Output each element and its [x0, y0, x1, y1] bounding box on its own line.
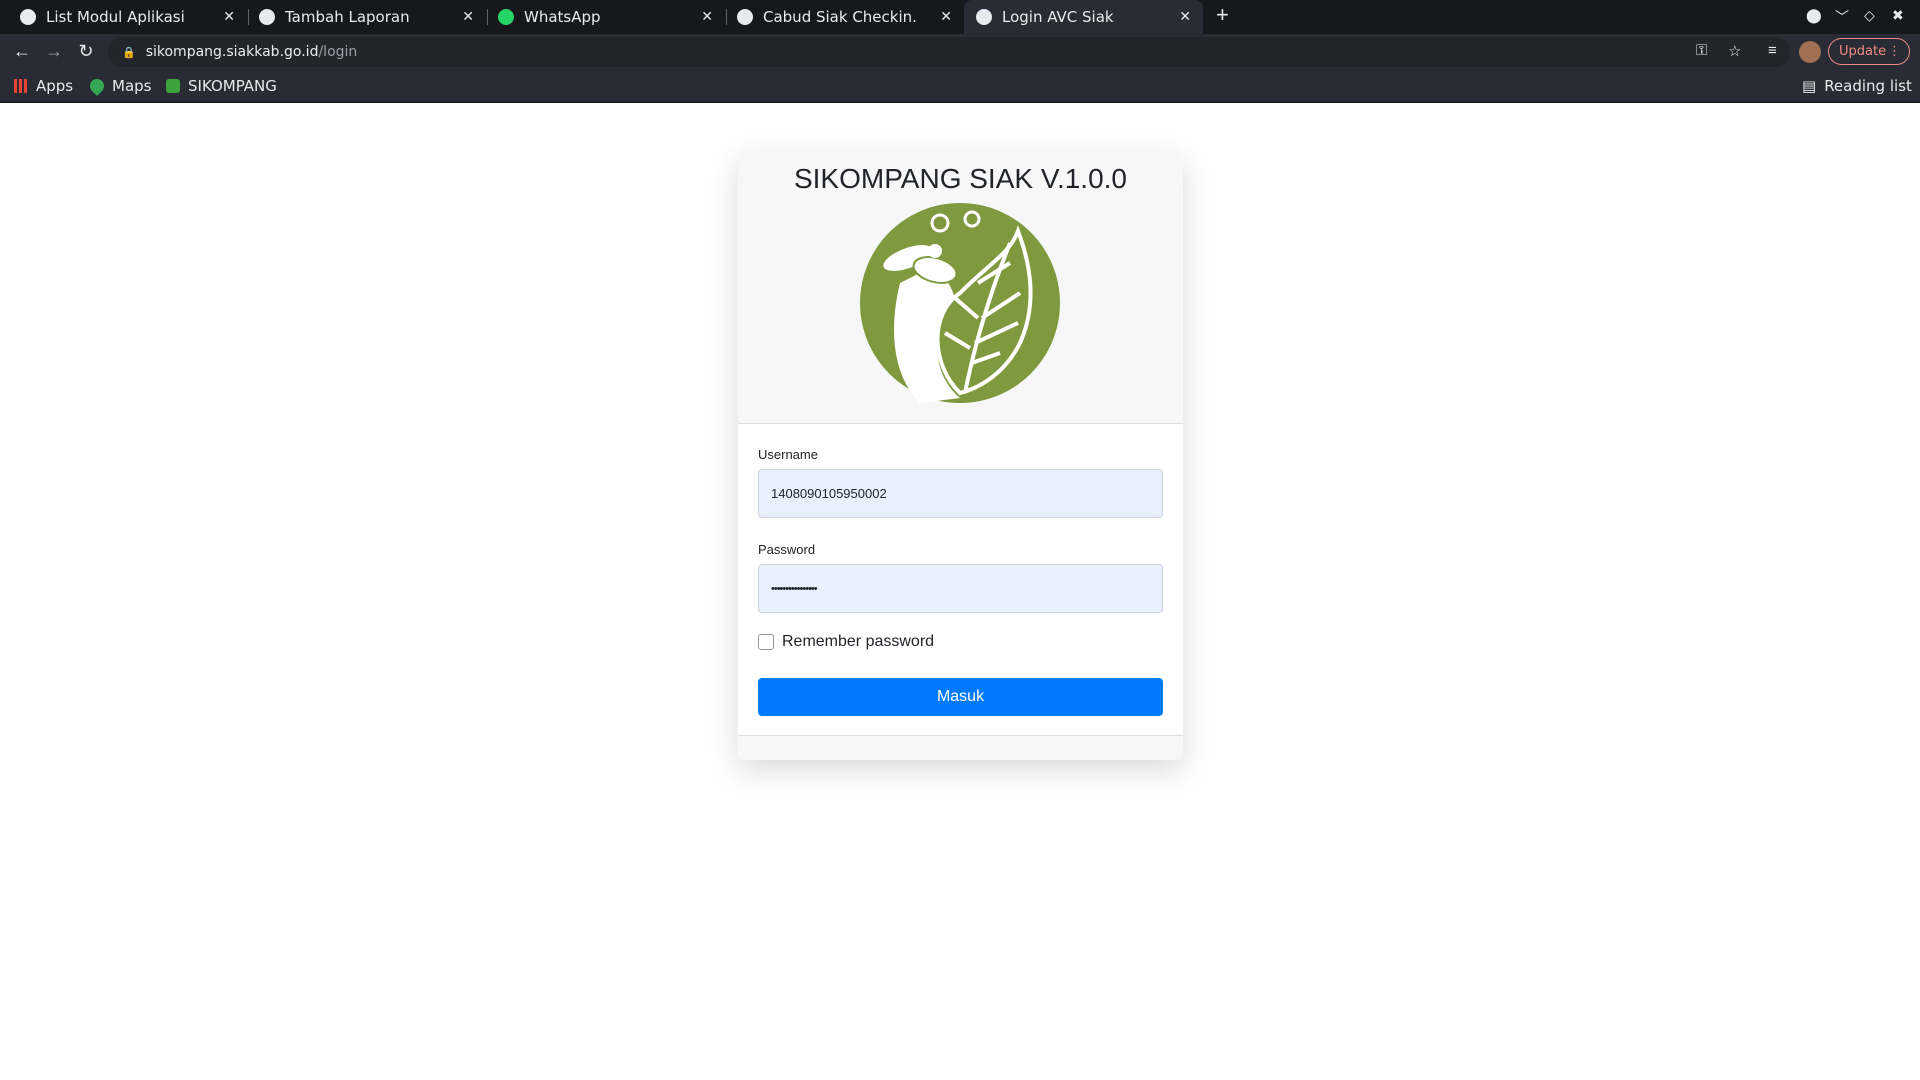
- close-tab-icon[interactable]: ✕: [462, 9, 474, 25]
- card-header: SIKOMPANG SIAK V.1.0.0: [738, 151, 1183, 424]
- star-icon[interactable]: ☆: [1728, 42, 1741, 60]
- close-tab-icon[interactable]: ✕: [223, 9, 235, 25]
- maximize-icon[interactable]: ◇: [1864, 7, 1875, 24]
- username-label: Username: [758, 447, 818, 462]
- whatsapp-icon: [498, 9, 514, 25]
- minimize-icon[interactable]: ﹀: [1835, 7, 1849, 27]
- profile-avatar[interactable]: [1799, 41, 1821, 63]
- remember-password-checkbox[interactable]: [758, 634, 774, 650]
- close-tab-icon[interactable]: ✕: [940, 9, 952, 25]
- login-card: SIKOMPANG SIAK V.1.0.0 Username 14080901…: [738, 151, 1183, 760]
- tab-cabud-siak[interactable]: Cabud Siak Checkin. ✕: [725, 0, 964, 34]
- tab-login-avc-siak[interactable]: Login AVC Siak ✕: [964, 0, 1203, 34]
- bookmark-maps[interactable]: Maps: [87, 76, 151, 96]
- remember-password-row[interactable]: Remember password: [758, 633, 1163, 651]
- login-form: Username 1408090105950002 Password •••••…: [738, 447, 1183, 716]
- back-icon[interactable]: ←: [6, 41, 38, 62]
- close-tab-icon[interactable]: ✕: [701, 9, 713, 25]
- update-button[interactable]: Update ⋮: [1828, 38, 1910, 65]
- bookmark-apps[interactable]: Apps: [14, 77, 73, 95]
- masuk-button[interactable]: Masuk: [758, 678, 1163, 716]
- globe-icon: [259, 9, 275, 25]
- globe-icon: [737, 9, 753, 25]
- close-window-icon[interactable]: ✖: [1892, 7, 1904, 24]
- apps-grid-icon: [14, 79, 28, 93]
- close-tab-icon[interactable]: ✕: [1179, 9, 1191, 25]
- reload-icon[interactable]: ↻: [70, 41, 102, 62]
- key-icon[interactable]: ⚿: [1696, 42, 1707, 59]
- tab-search-icon[interactable]: ⬤: [1806, 7, 1822, 24]
- tab-strip: List Modul Aplikasi ✕ Tambah Laporan ✕ Wha…: [0, 0, 1920, 34]
- forward-icon[interactable]: →: [38, 41, 70, 62]
- password-label: Password: [758, 542, 816, 557]
- maps-pin-icon: [87, 76, 107, 96]
- tab-list-modul[interactable]: List Modul Aplikasi ✕: [8, 0, 247, 34]
- tab-whatsapp[interactable]: WhatsApp ✕: [486, 0, 725, 34]
- new-tab-button[interactable]: +: [1216, 2, 1229, 28]
- bookmarks-bar: Apps Maps SIKOMPANG ▤ Reading list: [0, 69, 1920, 103]
- globe-icon: [976, 9, 992, 25]
- lock-icon: 🔒: [122, 45, 136, 59]
- toolbar: ← → ↻ 🔒 sikompang.siakkab.go.id/login ⚿ …: [0, 34, 1920, 69]
- page-title: SIKOMPANG SIAK V.1.0.0: [793, 163, 1128, 194]
- sikompang-favicon-icon: [166, 79, 180, 93]
- reading-list-button[interactable]: ▤ Reading list: [1802, 77, 1912, 95]
- reading-list-icon: ▤: [1802, 77, 1817, 95]
- media-control-icon[interactable]: ≡: [1768, 42, 1777, 59]
- address-bar[interactable]: 🔒 sikompang.siakkab.go.id/login: [108, 37, 1790, 67]
- remember-password-label: Remember password: [782, 633, 935, 650]
- menu-icon: ⋮: [1888, 44, 1901, 59]
- username-input[interactable]: 1408090105950002: [758, 469, 1163, 518]
- bookmark-sikompang[interactable]: SIKOMPANG: [166, 77, 277, 95]
- sikompang-logo: [860, 203, 1060, 403]
- card-footer: [738, 735, 1183, 760]
- globe-icon: [20, 9, 36, 25]
- password-input[interactable]: ••••••••••••••••: [758, 564, 1163, 613]
- tab-tambah-laporan[interactable]: Tambah Laporan ✕: [247, 0, 486, 34]
